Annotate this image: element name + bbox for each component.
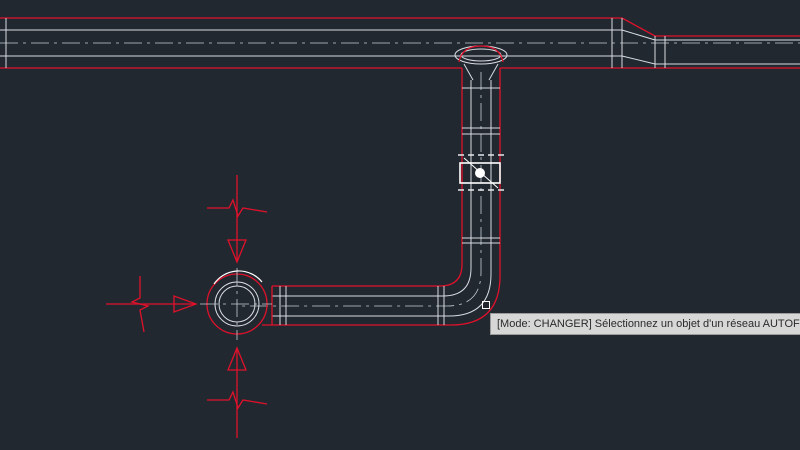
cad-drawing [0, 17, 800, 438]
drawing-canvas[interactable]: [Mode: CHANGER] Sélectionnez un objet d'… [0, 0, 800, 450]
branch-pipe[interactable] [238, 68, 501, 326]
flow-marker-left [106, 276, 198, 333]
round-terminal[interactable] [200, 268, 272, 340]
main-duct[interactable] [0, 17, 800, 69]
damper-valve-icon[interactable] [458, 154, 504, 191]
flow-marker-bottom [207, 346, 268, 438]
flow-marker-top [207, 175, 268, 264]
command-prompt-tooltip: [Mode: CHANGER] Sélectionnez un objet d'… [490, 313, 800, 335]
pickbox-cursor-icon [482, 301, 490, 309]
